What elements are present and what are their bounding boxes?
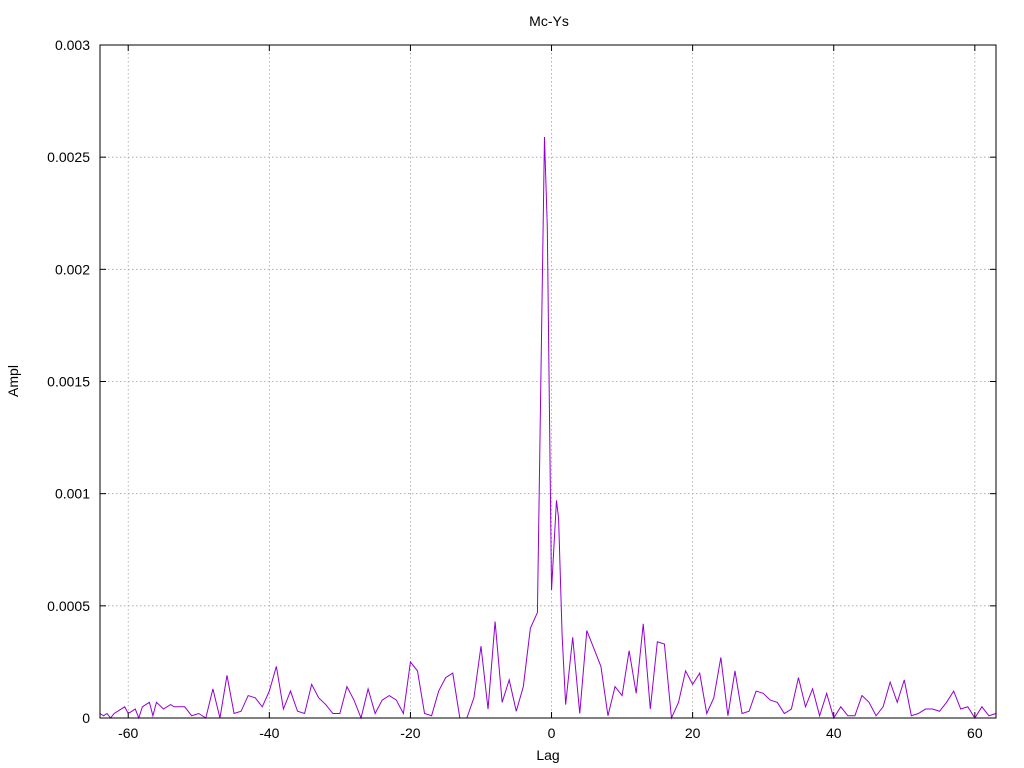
y-tick-label: 0.003 — [55, 37, 90, 53]
y-tick-label: 0.0015 — [47, 374, 90, 390]
y-tick-label: 0.002 — [55, 261, 90, 277]
chart: -60 -40 -20 0 20 40 60 0 0.0005 0.001 0.0015 0.002… — [0, 0, 1024, 768]
x-tick-label: -40 — [259, 725, 279, 741]
y-tick-label: 0 — [82, 710, 90, 726]
y-tick-label: 0.0005 — [47, 598, 90, 614]
x-tick-label: 20 — [685, 725, 701, 741]
chart-background — [0, 0, 1024, 768]
x-axis-label: Lag — [536, 747, 559, 763]
x-tick-label: 0 — [548, 725, 556, 741]
x-tick-label: 40 — [826, 725, 842, 741]
y-tick-label: 0.0025 — [47, 149, 90, 165]
chart-title: Mc-Ys — [529, 13, 569, 29]
x-tick-label: -20 — [400, 725, 420, 741]
y-axis-label: Ampl — [5, 365, 21, 397]
y-tick-label: 0.001 — [55, 486, 90, 502]
x-tick-label: -60 — [118, 725, 138, 741]
x-tick-label: 60 — [967, 725, 983, 741]
